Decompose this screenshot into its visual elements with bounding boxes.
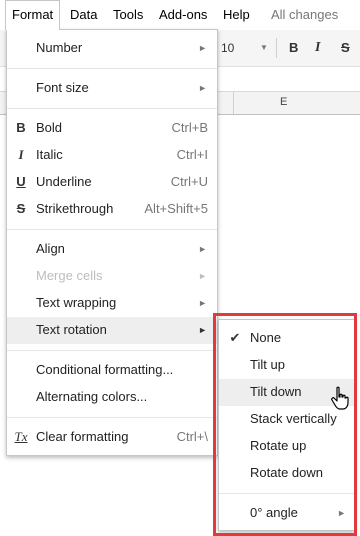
checkmark-icon: ✔ xyxy=(229,330,241,345)
rotation-option-tilt-up[interactable]: Tilt up xyxy=(219,352,354,379)
chevron-right-icon: ► xyxy=(337,508,346,518)
menu-item-align[interactable]: Align ► xyxy=(7,236,217,263)
rotation-option-label: Tilt down xyxy=(250,384,302,399)
menu-item-label: Italic xyxy=(36,147,63,162)
chevron-right-icon: ► xyxy=(198,298,207,308)
menu-item-text-wrapping[interactable]: Text wrapping ► xyxy=(7,290,217,317)
shortcut-label: Ctrl+I xyxy=(176,147,208,162)
menu-item-underline[interactable]: U Underline Ctrl+U xyxy=(7,169,217,196)
save-status: All changes sav xyxy=(271,7,339,52)
strikethrough-button[interactable]: S xyxy=(341,39,350,57)
rotation-option-rotate-up[interactable]: Rotate up xyxy=(219,433,354,460)
menu-item-label: Underline xyxy=(36,174,92,189)
menu-tools[interactable]: Tools xyxy=(113,0,143,30)
menu-item-label: Number xyxy=(36,40,83,55)
underline-icon: U xyxy=(16,174,26,189)
menu-item-strikethrough[interactable]: S Strikethrough Alt+Shift+5 xyxy=(7,196,217,223)
menu-item-label: Bold xyxy=(36,120,63,135)
rotation-option-label: Tilt up xyxy=(250,357,285,372)
menu-item-text-rotation[interactable]: Text rotation ► xyxy=(7,317,217,344)
menu-help[interactable]: Help xyxy=(223,0,250,30)
font-size-select[interactable]: 10 xyxy=(221,39,234,57)
menu-item-merge-cells: Merge cells ► xyxy=(7,263,217,290)
menu-item-alternating-colors[interactable]: Alternating colors... xyxy=(7,384,217,411)
rotation-option-label: Rotate up xyxy=(250,438,307,453)
shortcut-label: Ctrl+B xyxy=(171,120,208,135)
menu-divider xyxy=(7,229,217,230)
italic-button[interactable]: I xyxy=(315,39,320,57)
chevron-right-icon: ► xyxy=(198,244,207,254)
rotation-option-none[interactable]: ✔ None xyxy=(219,325,354,352)
menubar: Format Data Tools Add-ons Help All chang… xyxy=(0,0,360,52)
hand-pointer-icon xyxy=(331,386,349,413)
menu-item-clear-formatting[interactable]: Tx Clear formatting Ctrl+\ xyxy=(7,424,217,451)
menu-divider xyxy=(7,350,217,351)
rotation-option-angle[interactable]: 0° angle ► xyxy=(219,500,354,527)
menu-item-label: Strikethrough xyxy=(36,201,114,216)
italic-icon: I xyxy=(18,147,24,162)
bold-icon: B xyxy=(16,120,26,135)
menu-item-label: Font size xyxy=(36,80,89,95)
menu-item-italic[interactable]: I Italic Ctrl+I xyxy=(7,142,217,169)
strikethrough-icon: S xyxy=(16,201,26,216)
column-letter-e[interactable]: E xyxy=(280,96,287,108)
rotation-option-label: Stack vertically xyxy=(250,411,337,426)
chevron-right-icon: ► xyxy=(198,83,207,93)
menu-item-label: Text wrapping xyxy=(36,295,117,310)
menu-item-conditional-formatting[interactable]: Conditional formatting... xyxy=(7,357,217,384)
chevron-down-icon[interactable]: ▼ xyxy=(260,39,268,57)
clear-formatting-icon: Tx xyxy=(14,429,28,444)
chevron-right-icon: ► xyxy=(198,325,207,335)
menu-item-bold[interactable]: B Bold Ctrl+B xyxy=(7,115,217,142)
menu-item-label: Text rotation xyxy=(36,322,107,337)
chevron-right-icon: ► xyxy=(198,43,207,53)
chevron-right-icon: ► xyxy=(198,271,207,281)
menu-divider xyxy=(7,108,217,109)
menu-format[interactable]: Format xyxy=(5,0,61,30)
menu-divider xyxy=(7,417,217,418)
toolbar-divider xyxy=(276,38,277,58)
shortcut-label: Ctrl+\ xyxy=(176,429,208,444)
menu-divider xyxy=(7,68,217,69)
rotation-option-label: 0° angle xyxy=(250,505,298,520)
shortcut-label: Alt+Shift+5 xyxy=(144,201,208,216)
menu-item-font-size[interactable]: Font size ► xyxy=(7,75,217,102)
rotation-option-label: Rotate down xyxy=(250,465,323,480)
shortcut-label: Ctrl+U xyxy=(170,174,208,189)
menu-item-label: Conditional formatting... xyxy=(36,362,174,377)
rotation-option-label: None xyxy=(250,330,282,345)
rotation-option-rotate-down[interactable]: Rotate down xyxy=(219,460,354,487)
menu-item-label: Merge cells xyxy=(36,268,103,283)
menu-item-label: Clear formatting xyxy=(36,429,129,444)
menu-item-number[interactable]: Number ► xyxy=(7,35,217,62)
menu-divider xyxy=(219,493,354,494)
menu-data[interactable]: Data xyxy=(70,0,97,30)
format-menu: Number ► Font size ► B Bold Ctrl+B I Ita… xyxy=(6,29,218,456)
menu-item-label: Alternating colors... xyxy=(36,389,148,404)
text-rotation-submenu: ✔ None Tilt up Tilt down Stack verticall… xyxy=(218,319,355,531)
menu-add-ons[interactable]: Add-ons xyxy=(159,0,207,30)
bold-button[interactable]: B xyxy=(289,39,298,57)
menu-item-label: Align xyxy=(36,241,65,256)
column-separator xyxy=(233,92,234,114)
